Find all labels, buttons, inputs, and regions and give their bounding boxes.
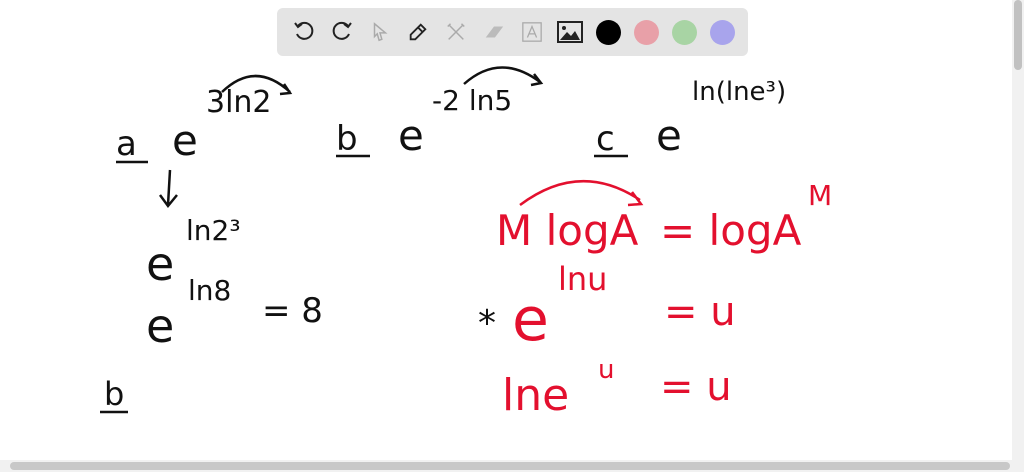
step2-result: = 8: [262, 291, 323, 331]
step1-exponent: ln2³: [186, 214, 241, 247]
a-base: e: [172, 116, 198, 165]
b-arrow: [463, 66, 544, 87]
horizontal-scrollbar[interactable]: [0, 460, 1024, 472]
c-base: e: [656, 111, 682, 160]
down-arrow: [158, 169, 178, 209]
step2-exponent: ln8: [188, 274, 231, 307]
rule3-exponent: u: [598, 355, 614, 385]
rule2-exponent: lnu: [558, 260, 607, 298]
rule2-star: *: [478, 303, 496, 344]
label-b-2: b: [104, 375, 124, 413]
rule3-left: lne: [502, 370, 569, 421]
rule2-base: e: [512, 285, 549, 355]
step2-base: e: [146, 299, 174, 353]
a-exponent: 3ln2: [206, 85, 272, 120]
vertical-scroll-thumb[interactable]: [1014, 0, 1022, 70]
label-a: a: [116, 124, 137, 164]
horizontal-scroll-thumb[interactable]: [10, 462, 1010, 470]
c-exponent: ln(lne³): [692, 77, 786, 107]
vertical-scrollbar[interactable]: [1012, 0, 1024, 460]
step1-base: e: [146, 237, 174, 291]
b-base: e: [398, 111, 424, 160]
label-c: c: [596, 119, 615, 159]
rule1-right: = logA: [660, 206, 802, 255]
label-b: b: [336, 119, 358, 159]
rule2-result: = u: [664, 289, 736, 335]
rule3-result: = u: [660, 364, 732, 410]
rule1-arrow: [519, 180, 644, 207]
rule1-exponent: M: [808, 179, 832, 212]
rule1-left: M logA: [496, 206, 639, 255]
whiteboard-canvas[interactable]: a e 3ln2 b e -2 ln5 c e ln(lne³) e ln2³ …: [0, 0, 1024, 472]
b-exponent: -2 ln5: [432, 84, 512, 117]
